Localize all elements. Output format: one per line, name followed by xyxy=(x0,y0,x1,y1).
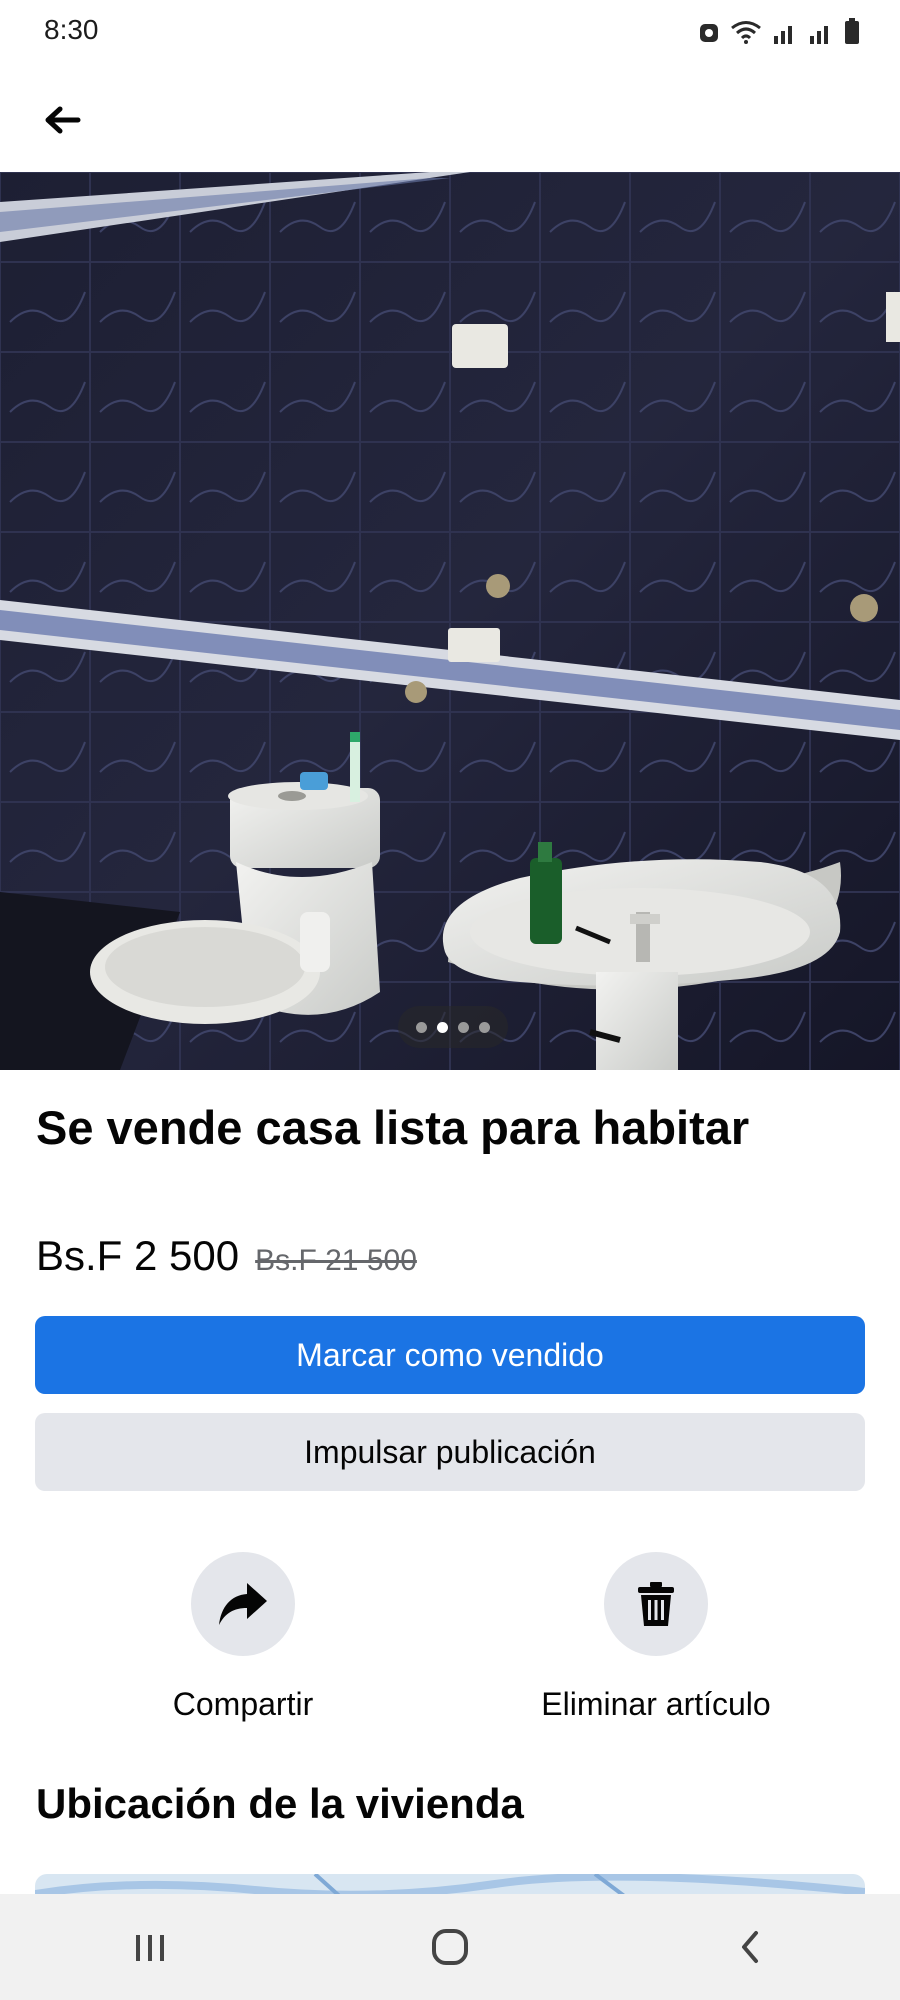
status-bar: 8:30 xyxy=(0,0,900,64)
listing-price: Bs.F 2 500 xyxy=(36,1232,240,1279)
trash-icon xyxy=(638,1582,674,1626)
delete-action[interactable]: Eliminar artículo xyxy=(506,1552,806,1723)
delete-label: Eliminar artículo xyxy=(541,1686,771,1722)
system-back-button[interactable] xyxy=(690,1907,810,1987)
wifi-icon xyxy=(731,21,761,44)
share-action[interactable]: Compartir xyxy=(93,1552,393,1723)
back-icon xyxy=(742,1931,758,1963)
back-button[interactable] xyxy=(30,88,94,152)
status-icons xyxy=(698,18,860,44)
battery-icon xyxy=(845,18,859,44)
system-nav-bar xyxy=(0,1894,900,2000)
signal-icon xyxy=(810,26,828,44)
share-button[interactable] xyxy=(191,1552,295,1656)
gallery-dot-active[interactable] xyxy=(437,1021,448,1033)
home-icon xyxy=(432,1929,468,1965)
recent-apps-icon xyxy=(136,1935,164,1961)
gallery-dot[interactable] xyxy=(479,1021,490,1033)
mark-as-sold-button[interactable]: Marcar como vendido xyxy=(35,1316,865,1394)
gallery-indicator xyxy=(398,1006,508,1048)
share-arrow-icon xyxy=(219,1583,267,1625)
signal-icon xyxy=(774,26,792,44)
recent-apps-button[interactable] xyxy=(90,1907,210,1987)
gallery-dot[interactable] xyxy=(458,1021,469,1033)
boost-listing-button[interactable]: Impulsar publicación xyxy=(35,1413,865,1491)
listing-photo[interactable] xyxy=(0,172,900,1070)
gallery-dot[interactable] xyxy=(416,1021,427,1033)
listing-old-price: Bs.F 21 500 xyxy=(255,1244,417,1277)
price-row: Bs.F 2 500 Bs.F 21 500 xyxy=(36,1232,417,1280)
delete-button[interactable] xyxy=(604,1552,708,1656)
alarm-icon xyxy=(700,24,718,42)
status-time: 8:30 xyxy=(44,14,99,45)
share-label: Compartir xyxy=(172,1686,314,1722)
location-section-title: Ubicación de la vivienda xyxy=(36,1780,524,1827)
app-header xyxy=(0,72,900,172)
listing-title: Se vende casa lista para habitar xyxy=(36,1101,750,1154)
home-button[interactable] xyxy=(390,1907,510,1987)
arrow-left-icon xyxy=(45,106,81,134)
